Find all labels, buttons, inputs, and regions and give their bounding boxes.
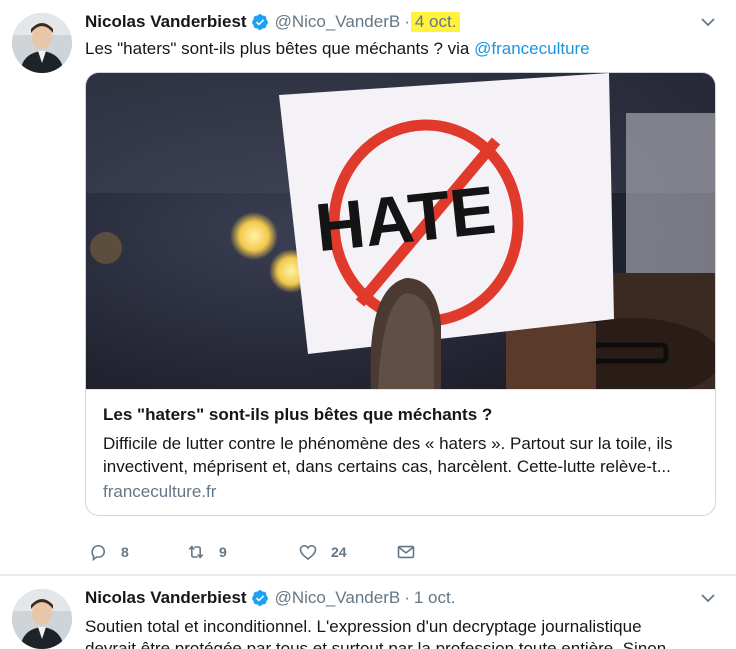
retweet-count: 9 — [219, 544, 227, 560]
retweet-icon — [188, 545, 204, 559]
mention-link[interactable]: @franceculture — [474, 39, 590, 58]
direct-message-icon — [397, 545, 415, 559]
direct-message-button[interactable] — [396, 542, 416, 562]
retweet-button[interactable]: 9 — [186, 542, 298, 562]
tweet-text: Soutien total et inconditionnel. L'expre… — [85, 616, 705, 649]
card-description: Difficile de lutter contre le phénomène … — [103, 434, 673, 476]
reply-icon — [91, 544, 106, 562]
tweet-header: Nicolas Vanderbiest @Nico_VanderB · 4 oc… — [85, 10, 461, 34]
tweet-text: Les "haters" sont-ils plus bêtes que méc… — [85, 38, 715, 60]
tweet-text-line: devrait être protégée par tous et surtou… — [85, 639, 681, 649]
tweet-text-body: Les "haters" sont-ils plus bêtes que méc… — [85, 39, 475, 58]
chevron-down-icon[interactable] — [700, 14, 716, 30]
link-card[interactable]: HATE Les "haters" sont-ils plus bêtes qu… — [85, 72, 716, 516]
separator: · — [404, 12, 410, 31]
card-domain: franceculture.fr — [103, 482, 217, 501]
like-button[interactable]: 24 — [298, 542, 396, 562]
author-handle[interactable]: @Nico_VanderB — [275, 588, 401, 608]
separator: · — [404, 588, 410, 607]
reply-count: 8 — [121, 544, 129, 560]
author-name[interactable]: Nicolas Vanderbiest — [85, 12, 247, 32]
like-icon — [299, 544, 317, 561]
tweet[interactable]: Nicolas Vanderbiest @Nico_VanderB · 4 oc… — [0, 0, 736, 575]
card-body[interactable]: Les "haters" sont-ils plus bêtes que méc… — [86, 389, 715, 515]
reply-button[interactable]: 8 — [88, 542, 186, 562]
avatar[interactable] — [12, 589, 72, 649]
card-title[interactable]: Les "haters" sont-ils plus bêtes que méc… — [103, 405, 492, 425]
verified-badge-icon — [251, 589, 269, 607]
tweet[interactable]: Nicolas Vanderbiest @Nico_VanderB · 1 oc… — [0, 575, 736, 649]
like-count: 24 — [331, 544, 347, 560]
author-name[interactable]: Nicolas Vanderbiest — [85, 588, 247, 608]
tweet-header: Nicolas Vanderbiest @Nico_VanderB · 1 oc… — [85, 586, 455, 610]
card-image: HATE — [86, 73, 715, 389]
tweet-timestamp[interactable]: 1 oct. — [414, 588, 456, 608]
tweet-timestamp[interactable]: 4 oct. — [410, 12, 461, 32]
tweet-actions: 8 9 24 — [88, 540, 416, 564]
verified-badge-icon — [251, 13, 269, 31]
chevron-down-icon[interactable] — [700, 590, 716, 606]
tweet-text-line: Soutien total et inconditionnel. L'expre… — [85, 617, 642, 636]
avatar[interactable] — [12, 13, 72, 73]
author-handle[interactable]: @Nico_VanderB — [275, 12, 401, 32]
